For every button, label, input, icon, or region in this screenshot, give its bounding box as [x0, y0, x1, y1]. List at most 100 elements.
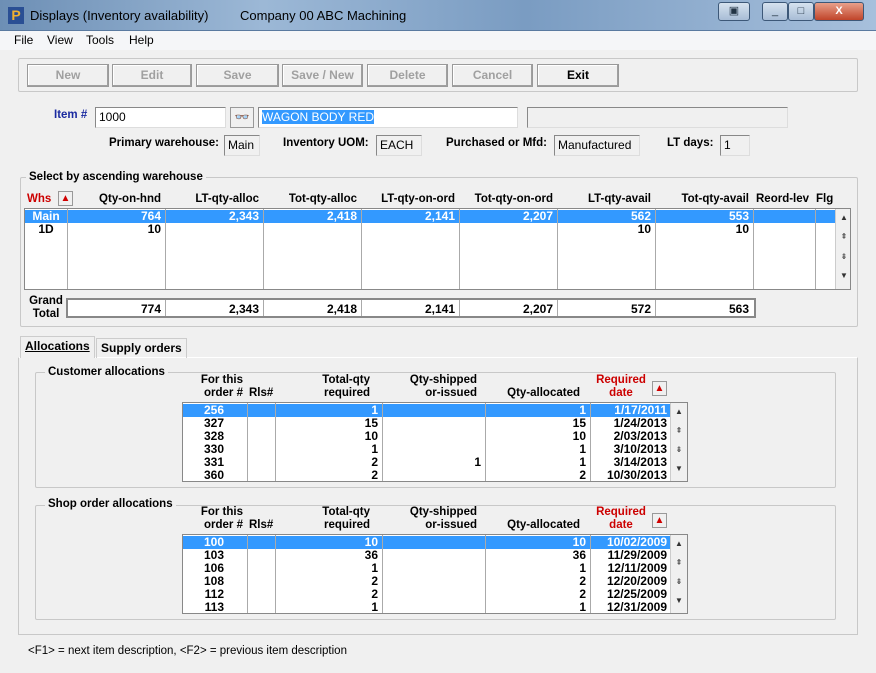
- restore-panel-icon[interactable]: ▣: [718, 2, 750, 21]
- scroll-down-icon[interactable]: ▼: [837, 271, 851, 280]
- table-row[interactable]: 328 10 10 2/03/2013: [183, 430, 670, 443]
- page-up-icon[interactable]: ⇞: [672, 558, 686, 567]
- page-up-icon[interactable]: ⇞: [672, 426, 686, 435]
- menu-help[interactable]: Help: [129, 33, 154, 47]
- new-button[interactable]: New: [27, 64, 109, 87]
- table-row[interactable]: Main 764 2,343 2,418 2,141 2,207 562 553: [25, 210, 835, 223]
- tab-allocations[interactable]: Allocations: [20, 336, 95, 358]
- tab-supply-orders[interactable]: Supply orders: [96, 338, 187, 358]
- table-row[interactable]: 330 1 1 3/10/2013: [183, 443, 670, 456]
- column-header-order[interactable]: For this order #: [182, 506, 243, 532]
- scroll-up-icon[interactable]: ▲: [672, 539, 686, 548]
- table-row[interactable]: 113 1 1 12/31/2009: [183, 601, 670, 614]
- column-header-total[interactable]: Total-qty required: [275, 374, 370, 400]
- close-button[interactable]: X: [814, 2, 864, 21]
- item-label: Item #: [54, 109, 88, 121]
- column-header-total[interactable]: Total-qty required: [275, 506, 370, 532]
- column-header-qty-on-hnd[interactable]: Qty-on-hnd: [67, 193, 161, 206]
- cell-date: 10/30/2013: [606, 468, 667, 482]
- table-row[interactable]: 327 15 15 1/24/2013: [183, 417, 670, 430]
- column-header-allocated[interactable]: Qty-allocated: [485, 374, 580, 400]
- column-header-rls[interactable]: Rls#: [249, 374, 273, 400]
- cell-shipped: [382, 588, 485, 601]
- scroll-down-icon[interactable]: ▼: [672, 596, 686, 605]
- column-header-tot-qty-avail[interactable]: Tot-qty-avail: [655, 193, 749, 206]
- maximize-button[interactable]: □: [788, 2, 814, 21]
- column-header-reord-lev[interactable]: Reord-lev: [756, 193, 809, 206]
- table-row[interactable]: 103 36 36 11/29/2009: [183, 549, 670, 562]
- column-divider: [459, 209, 460, 289]
- cell-total: 2: [371, 468, 378, 482]
- save-new-button[interactable]: Save / New: [282, 64, 363, 87]
- scroll-up-icon[interactable]: ▲: [837, 213, 851, 222]
- column-header-lt-qty-avail[interactable]: LT-qty-avail: [557, 193, 651, 206]
- cell-total: 10: [364, 429, 378, 443]
- column-divider: [485, 535, 486, 613]
- column-divider: [67, 209, 68, 289]
- cell-tot-qty-alloc: [263, 223, 361, 236]
- column-header-date[interactable]: Required date: [592, 506, 650, 532]
- table-row[interactable]: 331 2 1 1 3/14/2013: [183, 456, 670, 469]
- menu-tools[interactable]: Tools: [86, 33, 114, 47]
- column-divider: [263, 300, 264, 316]
- page-down-icon[interactable]: ⇟: [672, 577, 686, 586]
- column-header-lt-qty-on-ord[interactable]: LT-qty-on-ord: [361, 193, 455, 206]
- sort-ascending-icon[interactable]: ▲: [652, 381, 667, 396]
- column-header-lt-qty-alloc[interactable]: LT-qty-alloc: [165, 193, 259, 206]
- exit-button[interactable]: Exit: [537, 64, 619, 87]
- scrollbar[interactable]: ▲ ⇞ ⇟ ▼: [670, 535, 687, 613]
- cell-rls: [247, 575, 275, 588]
- column-header-tot-qty-alloc[interactable]: Tot-qty-alloc: [263, 193, 357, 206]
- binoculars-lookup-icon[interactable]: 👓: [230, 107, 254, 128]
- column-header-tot-qty-on-ord[interactable]: Tot-qty-on-ord: [459, 193, 553, 206]
- column-header-whs[interactable]: Whs: [27, 193, 51, 206]
- cell-shipped: [382, 417, 485, 430]
- item-number-input[interactable]: 1000: [95, 107, 226, 128]
- table-row[interactable]: 112 2 2 12/25/2009: [183, 588, 670, 601]
- column-header-order[interactable]: For this order #: [182, 374, 243, 400]
- table-row[interactable]: 256 1 1 1/17/2011: [183, 404, 670, 417]
- scroll-up-icon[interactable]: ▲: [672, 407, 686, 416]
- menu-file[interactable]: File: [14, 33, 33, 47]
- item-description-field[interactable]: WAGON BODY RED: [258, 107, 518, 128]
- column-header-flg[interactable]: Flg: [816, 193, 833, 206]
- save-button[interactable]: Save: [196, 64, 279, 87]
- edit-button[interactable]: Edit: [112, 64, 192, 87]
- column-divider: [361, 209, 362, 289]
- minimize-button[interactable]: _: [762, 2, 788, 21]
- column-header-rls[interactable]: Rls#: [249, 506, 273, 532]
- table-row[interactable]: 108 2 2 12/20/2009: [183, 575, 670, 588]
- total-tot-qty-avail: 563: [728, 302, 749, 316]
- table-row[interactable]: 100 10 10 10/02/2009: [183, 536, 670, 549]
- cancel-button[interactable]: Cancel: [452, 64, 533, 87]
- menu-view[interactable]: View: [47, 33, 73, 47]
- cell-lt-qty-avail: 10: [637, 222, 651, 236]
- total-tot-qty-alloc: 2,418: [326, 302, 357, 316]
- page-down-icon[interactable]: ⇟: [672, 445, 686, 454]
- warehouse-group-title: Select by ascending warehouse: [26, 171, 206, 183]
- total-lt-qty-avail: 572: [630, 302, 651, 316]
- scrollbar[interactable]: ▲ ⇞ ⇟ ▼: [670, 403, 687, 481]
- table-row[interactable]: 360 2 2 10/30/2013: [183, 469, 670, 482]
- column-header-allocated[interactable]: Qty-allocated: [485, 506, 580, 532]
- page-up-icon[interactable]: ⇞: [837, 232, 851, 241]
- page-down-icon[interactable]: ⇟: [837, 252, 851, 261]
- delete-button[interactable]: Delete: [367, 64, 448, 87]
- scrollbar[interactable]: ▲ ⇞ ⇟ ▼: [835, 209, 850, 289]
- column-divider: [485, 403, 486, 481]
- column-header-shipped[interactable]: Qty-shipped or-issued: [382, 506, 477, 532]
- total-lt-qty-on-ord: 2,141: [424, 302, 455, 316]
- table-row[interactable]: 106 1 1 12/11/2009: [183, 562, 670, 575]
- column-header-shipped[interactable]: Qty-shipped or-issued: [382, 374, 477, 400]
- table-row[interactable]: 1D 10 10 10: [25, 223, 835, 236]
- cell-shipped: [382, 601, 485, 614]
- cell-lt-qty-on-ord: 2,141: [424, 209, 455, 223]
- cell-shipped: [382, 575, 485, 588]
- cell-total: 36: [364, 548, 378, 562]
- column-header-date[interactable]: Required date: [592, 374, 650, 400]
- scroll-down-icon[interactable]: ▼: [672, 464, 686, 473]
- sort-ascending-icon[interactable]: ▲: [58, 191, 73, 206]
- primary-warehouse-label: Primary warehouse:: [109, 137, 219, 149]
- sort-ascending-icon[interactable]: ▲: [652, 513, 667, 528]
- cell-reord-lev: [753, 223, 815, 236]
